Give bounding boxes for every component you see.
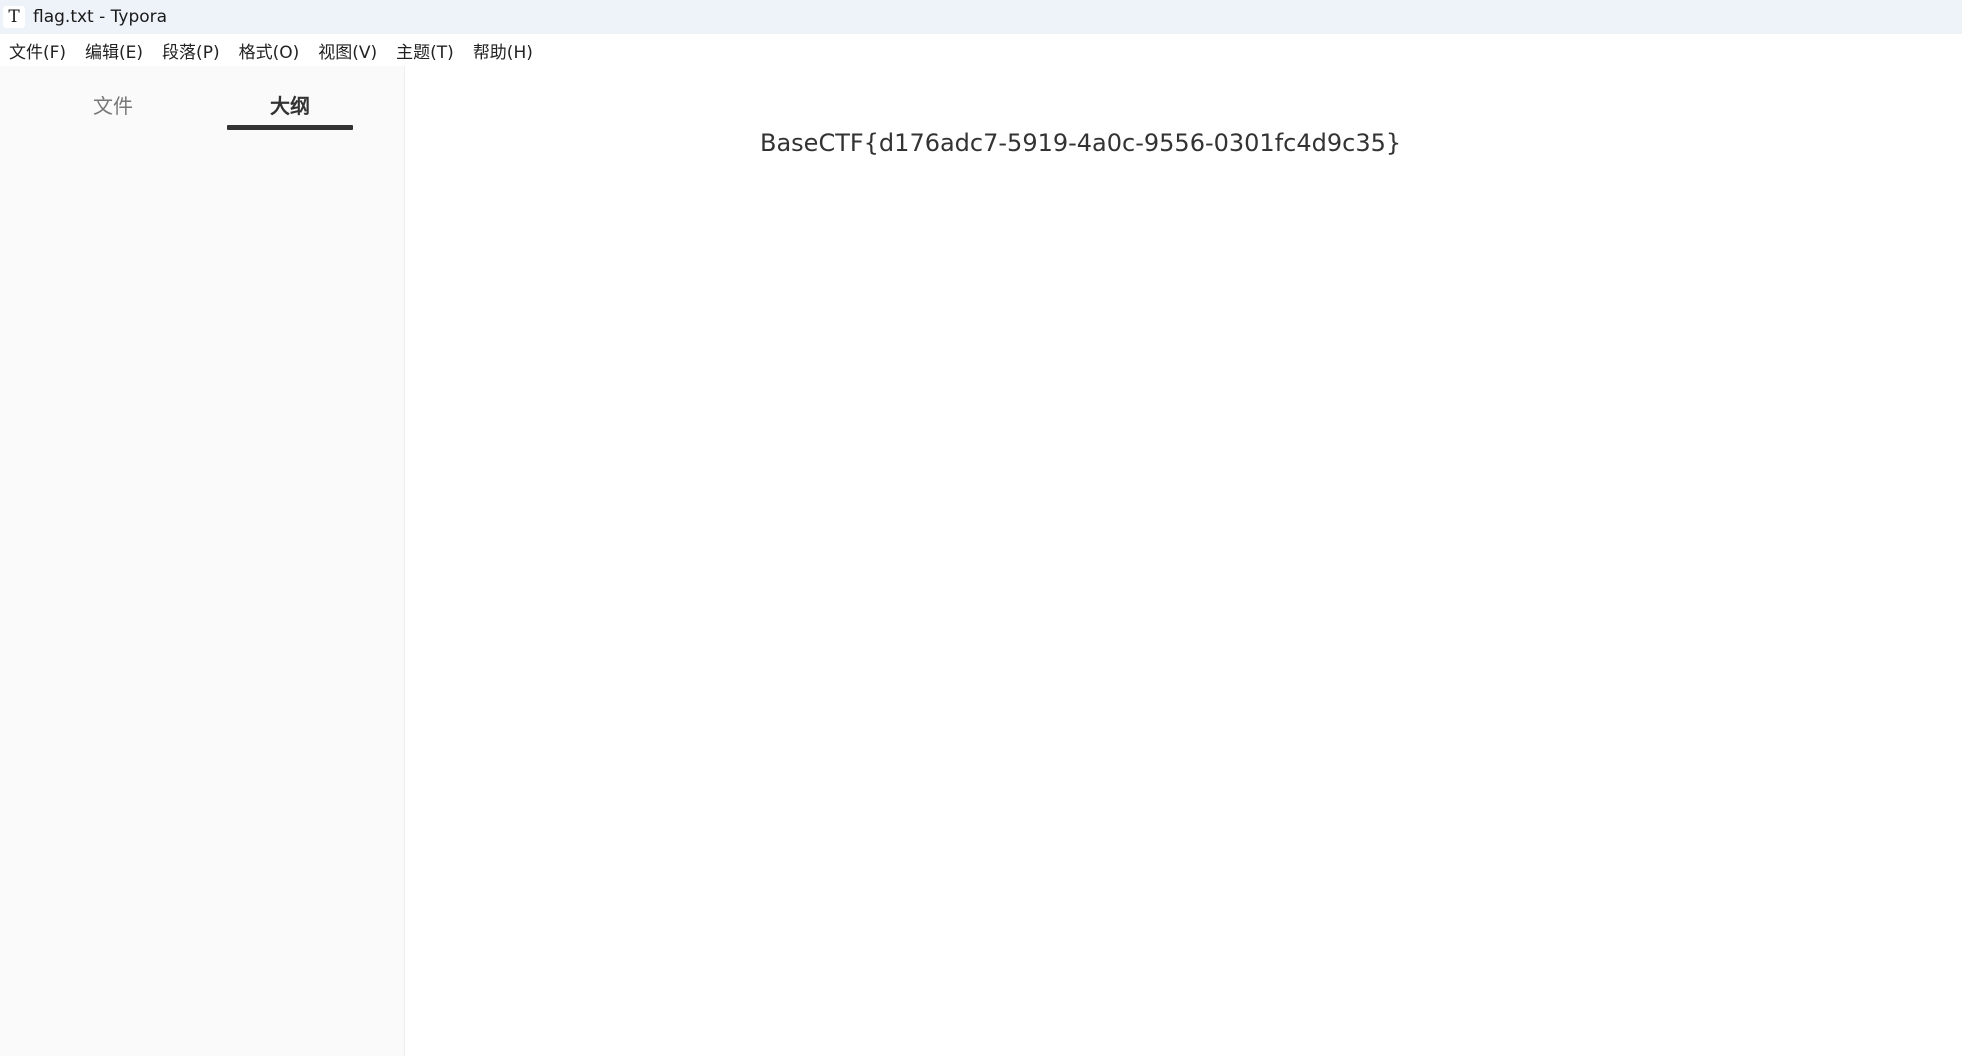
typora-app-icon: T (3, 6, 25, 28)
menu-theme[interactable]: 主题(T) (396, 38, 454, 63)
menu-view[interactable]: 视图(V) (318, 38, 377, 63)
typora-window: T flag.txt - Typora 文件(F) 编辑(E) 段落(P) 格式… (0, 0, 1962, 1056)
menu-format[interactable]: 格式(O) (239, 38, 300, 63)
menu-bar: 文件(F) 编辑(E) 段落(P) 格式(O) 视图(V) 主题(T) 帮助(H… (0, 34, 1962, 66)
menu-file[interactable]: 文件(F) (9, 38, 66, 63)
document-text[interactable]: BaseCTF{d176adc7-5919-4a0c-9556-0301fc4d… (760, 129, 1401, 157)
sidebar-panel: 文件 大纲 (0, 66, 405, 1056)
menu-edit[interactable]: 编辑(E) (85, 38, 143, 63)
active-tab-indicator (227, 125, 353, 130)
tab-outline[interactable]: 大纲 (227, 86, 353, 126)
tab-files[interactable]: 文件 (62, 86, 164, 126)
window-title: flag.txt - Typora (33, 7, 168, 27)
title-bar[interactable]: T flag.txt - Typora (0, 0, 1962, 34)
menu-paragraph[interactable]: 段落(P) (162, 38, 220, 63)
editor-area[interactable]: BaseCTF{d176adc7-5919-4a0c-9556-0301fc4d… (405, 66, 1962, 1056)
menu-help[interactable]: 帮助(H) (473, 38, 533, 63)
